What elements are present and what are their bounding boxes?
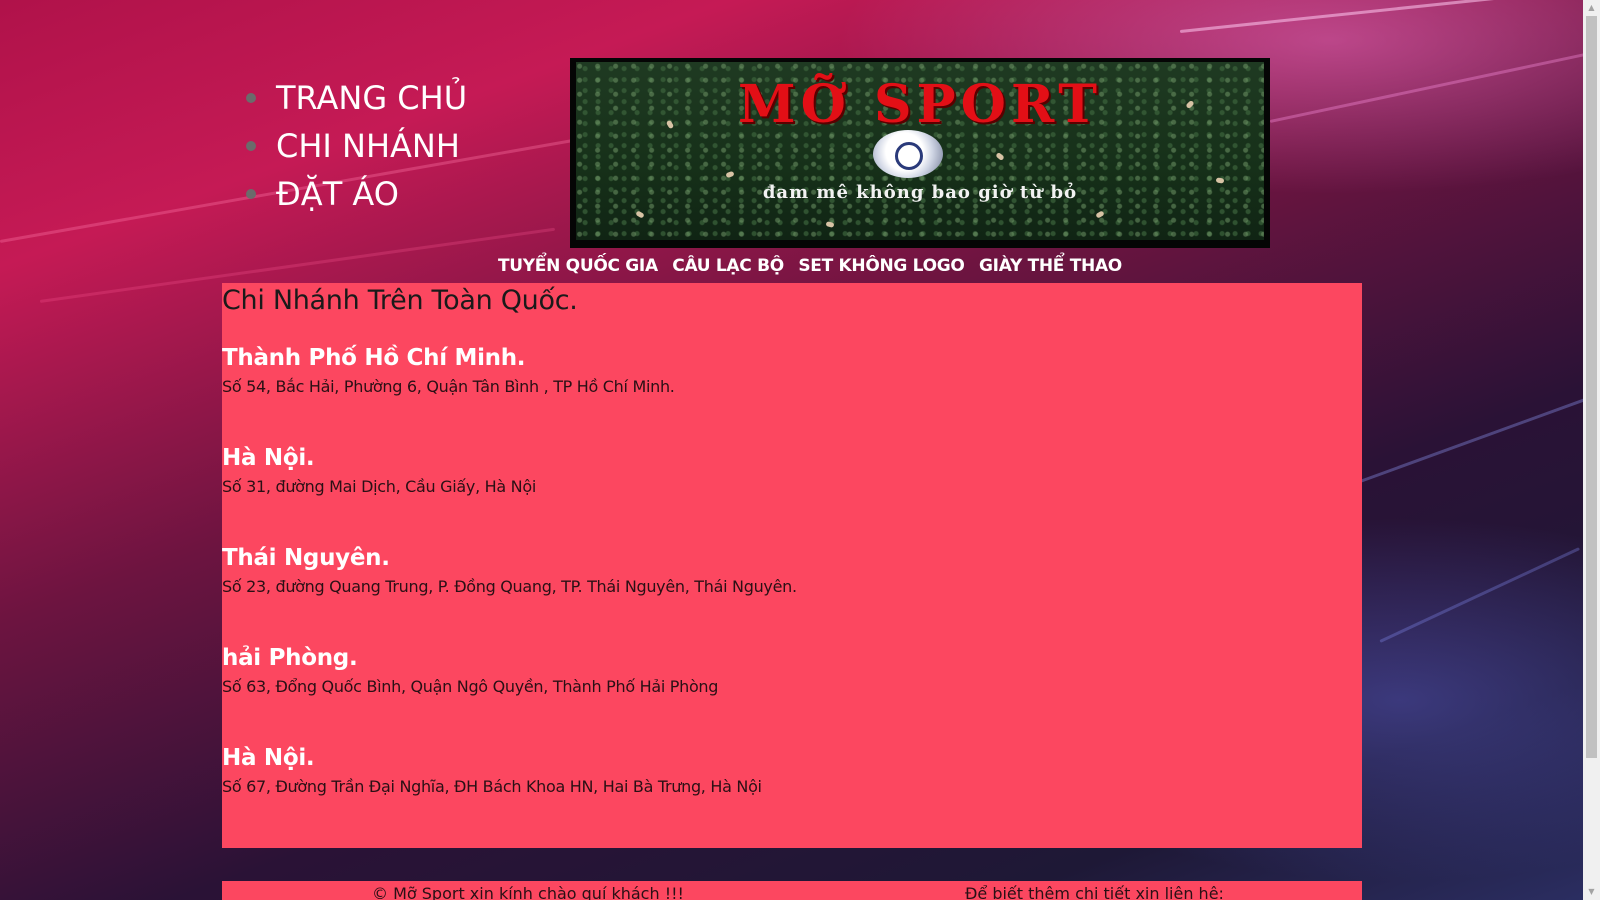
side-menu-item-chi-nhanh[interactable]: CHI NHÁNH xyxy=(246,122,467,170)
scroll-down-arrow-icon[interactable]: ▼ xyxy=(1583,884,1600,900)
branch-address: Số 23, đường Quang Trung, P. Đồng Quang,… xyxy=(222,577,797,596)
background-streak xyxy=(1269,51,1594,123)
branch-city: hải Phòng. xyxy=(222,645,358,671)
background-streak xyxy=(1359,398,1587,483)
leaf-decoration xyxy=(995,152,1005,161)
branch-address: Số 54, Bắc Hải, Phường 6, Quận Tân Bình … xyxy=(222,377,675,396)
branch-item: Thành Phố Hồ Chí Minh. Số 54, Bắc Hải, P… xyxy=(222,345,675,396)
soccer-ball-icon xyxy=(873,130,943,178)
scrollbar-thumb[interactable] xyxy=(1586,16,1597,758)
nav-link-set-khong-logo[interactable]: SET KHÔNG LOGO xyxy=(798,256,965,276)
leaf-decoration xyxy=(1095,210,1105,219)
branch-city: Thành Phố Hồ Chí Minh. xyxy=(222,345,526,371)
leaf-decoration xyxy=(725,170,735,179)
background-streak xyxy=(1179,0,1598,33)
brand-banner: MỠ SPORT đam mê không bao giờ từ bỏ xyxy=(570,58,1270,248)
branch-item: Hà Nội. Số 67, Đường Trần Đại Nghĩa, ĐH … xyxy=(222,745,762,796)
side-menu-label[interactable]: ĐẶT ÁO xyxy=(276,175,399,213)
branch-address: Số 67, Đường Trần Đại Nghĩa, ĐH Bách Kho… xyxy=(222,777,762,796)
branch-address: Số 63, Đổng Quốc Bình, Quận Ngô Quyền, T… xyxy=(222,677,719,696)
side-menu-label[interactable]: CHI NHÁNH xyxy=(276,127,460,165)
side-menu-label[interactable]: TRANG CHỦ xyxy=(276,79,467,117)
background-streak xyxy=(1379,547,1581,643)
ball-seam xyxy=(895,142,923,170)
footer-contact: Để biết thêm chi tiết xin liên hệ: xyxy=(965,884,1224,900)
branch-item: Hà Nội. Số 31, đường Mai Dịch, Cầu Giấy,… xyxy=(222,445,536,496)
footer-greeting: © Mỡ Sport xin kính chào quí khách !!! xyxy=(372,884,684,900)
branch-city: Hà Nội. xyxy=(222,745,315,771)
branch-city: Thái Nguyên. xyxy=(222,545,390,571)
bullet-icon xyxy=(246,189,256,199)
branch-address: Số 31, đường Mai Dịch, Cầu Giấy, Hà Nội xyxy=(222,477,536,496)
side-menu: TRANG CHỦ CHI NHÁNH ĐẶT ÁO xyxy=(246,74,467,218)
banner-brand-name: MỠ SPORT xyxy=(738,74,1102,135)
bullet-icon xyxy=(246,93,256,103)
page-footer: © Mỡ Sport xin kính chào quí khách !!! Đ… xyxy=(222,881,1362,900)
branch-item: Thái Nguyên. Số 23, đường Quang Trung, P… xyxy=(222,545,797,596)
page-title: Chi Nhánh Trên Toàn Quốc. xyxy=(222,285,578,316)
category-nav: TUYỂN QUỐC GIA CÂU LẠC BỘ SET KHÔNG LOGO… xyxy=(498,256,1132,276)
bullet-icon xyxy=(246,141,256,151)
branches-panel: Chi Nhánh Trên Toàn Quốc. Thành Phố Hồ C… xyxy=(222,283,1362,848)
branch-city: Hà Nội. xyxy=(222,445,315,471)
side-menu-item-trang-chu[interactable]: TRANG CHỦ xyxy=(246,74,467,122)
leaf-decoration xyxy=(635,210,645,219)
nav-link-giay-the-thao[interactable]: GIÀY THỂ THAO xyxy=(979,256,1122,276)
nav-link-cau-lac-bo[interactable]: CÂU LẠC BỘ xyxy=(672,256,784,276)
banner-slogan: đam mê không bao giờ từ bỏ xyxy=(762,182,1078,203)
vertical-scrollbar[interactable]: ▲ ▼ xyxy=(1583,0,1600,900)
nav-link-tuyen-quoc-gia[interactable]: TUYỂN QUỐC GIA xyxy=(498,256,658,276)
side-menu-item-dat-ao[interactable]: ĐẶT ÁO xyxy=(246,170,467,218)
branch-item: hải Phòng. Số 63, Đổng Quốc Bình, Quận N… xyxy=(222,645,718,696)
scroll-up-arrow-icon[interactable]: ▲ xyxy=(1583,0,1600,16)
leaf-decoration xyxy=(825,221,835,228)
